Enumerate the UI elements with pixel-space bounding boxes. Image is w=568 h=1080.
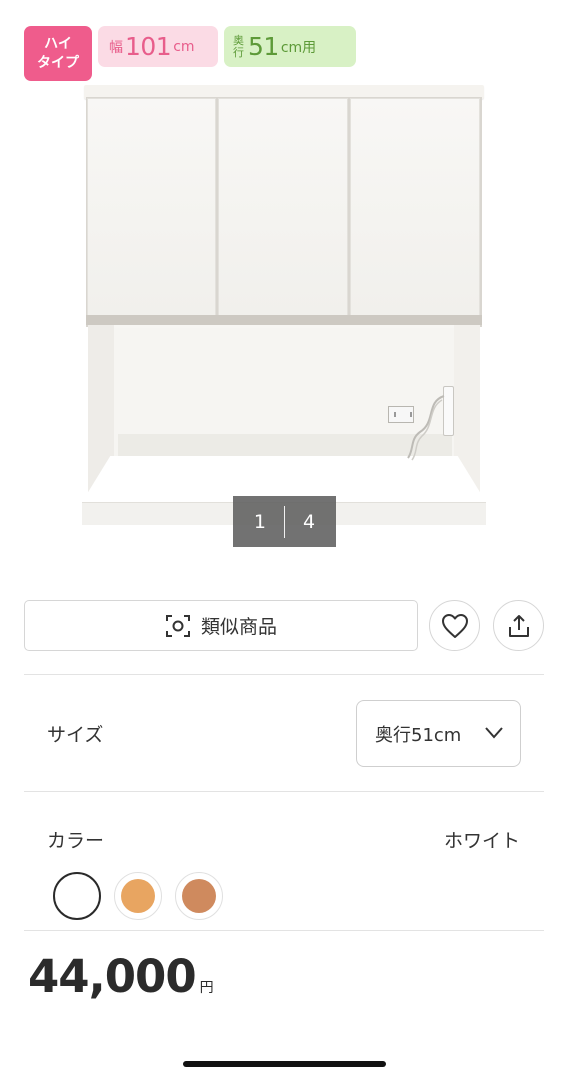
price-unit: 円 bbox=[199, 980, 214, 996]
product-image[interactable] bbox=[80, 82, 488, 530]
color-swatch-natural[interactable] bbox=[114, 872, 162, 920]
color-swatch-fill bbox=[182, 879, 216, 913]
cabinet-door-left bbox=[87, 98, 216, 316]
heart-icon bbox=[441, 613, 468, 638]
width-badge-unit: cm bbox=[173, 38, 195, 55]
color-swatch-fill bbox=[60, 879, 94, 913]
section-divider bbox=[24, 930, 544, 931]
width-badge-value: 101 bbox=[125, 32, 172, 61]
chevron-down-icon bbox=[485, 727, 503, 739]
price: 44,000 円 bbox=[28, 950, 214, 1003]
color-swatch-white[interactable] bbox=[53, 872, 101, 920]
image-current-index: 1 bbox=[253, 510, 266, 533]
similar-products-label: 類似商品 bbox=[200, 616, 277, 638]
cabinet-back-lip bbox=[118, 434, 452, 458]
depth-badge-unit: cm用 bbox=[280, 39, 317, 56]
depth-badge-prefix-1: 奥 bbox=[233, 33, 244, 47]
image-page-counter: 1 4 bbox=[233, 496, 336, 547]
size-selected-value: 奥行51cm bbox=[375, 724, 462, 746]
home-indicator[interactable] bbox=[183, 1061, 386, 1067]
high-type-badge-line2: タイプ bbox=[37, 54, 79, 71]
visual-search-icon bbox=[165, 614, 190, 637]
depth-badge-prefix-2: 行 bbox=[233, 45, 244, 59]
color-swatch-brown[interactable] bbox=[175, 872, 223, 920]
image-total-count: 4 bbox=[303, 510, 316, 533]
counter-divider bbox=[284, 505, 285, 538]
cabinet-door-center bbox=[218, 98, 348, 316]
section-divider bbox=[24, 674, 544, 675]
size-select[interactable]: 奥行51cm bbox=[356, 700, 521, 767]
price-amount: 44,000 bbox=[28, 950, 197, 1003]
similar-products-button[interactable]: 類似商品 bbox=[24, 600, 418, 651]
depth-badge-prefix: 奥 行 bbox=[233, 33, 244, 59]
width-badge-prefix: 幅 bbox=[109, 39, 123, 56]
size-label: サイズ bbox=[47, 724, 104, 746]
favorite-button[interactable] bbox=[429, 600, 480, 651]
cord-icon bbox=[407, 395, 445, 461]
cabinet-rail bbox=[86, 315, 482, 325]
color-selected-name: ホワイト bbox=[443, 830, 520, 852]
share-button[interactable] bbox=[493, 600, 544, 651]
section-divider bbox=[24, 791, 544, 792]
share-icon bbox=[508, 614, 529, 637]
color-swatch-fill bbox=[121, 879, 155, 913]
width-badge: 幅 101 cm bbox=[98, 26, 218, 67]
high-type-badge: ハイ タイプ bbox=[24, 26, 92, 81]
depth-badge-value: 51 bbox=[248, 32, 279, 61]
depth-badge: 奥 行 51 cm用 bbox=[224, 26, 356, 67]
cabinet-door-right bbox=[350, 98, 480, 316]
color-label: カラー bbox=[47, 830, 105, 852]
high-type-badge-line1: ハイ bbox=[44, 35, 72, 52]
